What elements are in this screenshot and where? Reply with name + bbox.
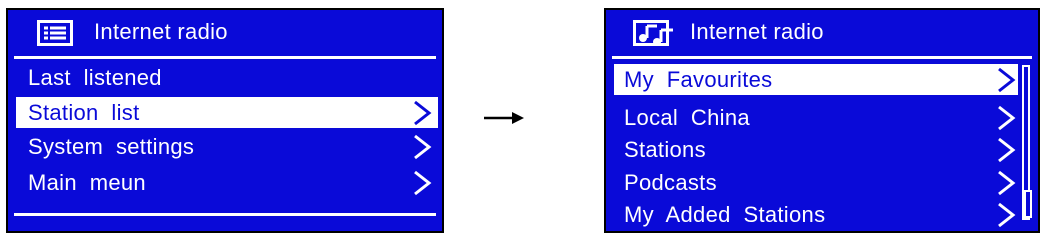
screen-header: Internet radio [606, 10, 1038, 56]
chevron-right-icon [998, 202, 1016, 228]
scrollbar-thumb[interactable] [1024, 190, 1032, 218]
menu-item-local-china[interactable]: Local China [614, 102, 1018, 133]
header-divider [612, 56, 1032, 59]
menu-item-label: Main meun [28, 170, 146, 195]
menu-item-stations[interactable]: Stations [614, 134, 1018, 165]
radio-screen-main-menu: Internet radio Last listened Station lis… [6, 8, 444, 233]
chevron-right-icon [998, 170, 1016, 196]
chevron-right-icon [998, 67, 1016, 93]
menu-item-station-list[interactable]: Station list [16, 97, 438, 128]
footer-divider [14, 213, 436, 216]
header-divider [14, 56, 436, 59]
menu-item-label: System settings [28, 134, 195, 159]
menu-item-label: Local China [624, 105, 750, 130]
menu-item-label: Stations [624, 137, 706, 162]
right-arrow-icon [484, 112, 524, 124]
screen-title: Internet radio [690, 19, 824, 44]
menu-item-last-listened[interactable]: Last listened [16, 62, 438, 93]
chevron-right-icon [414, 134, 432, 160]
radio-screen-station-list: Internet radio My Favourites Local China… [604, 8, 1040, 233]
chevron-right-icon [998, 105, 1016, 131]
chevron-right-icon [414, 170, 432, 196]
menu-item-system-settings[interactable]: System settings [16, 131, 438, 162]
menu-item-label: My Added Stations [624, 202, 826, 227]
menu-item-podcasts[interactable]: Podcasts [614, 167, 1018, 198]
screen-title: Internet radio [94, 19, 228, 44]
menu-item-label: Podcasts [624, 170, 717, 195]
chevron-right-icon [414, 100, 432, 126]
menu-item-label: Station list [28, 100, 140, 125]
menu-item-label: Last listened [28, 65, 162, 90]
menu-item-main-menu[interactable]: Main meun [16, 167, 438, 198]
menu-item-my-added-stations[interactable]: My Added Stations [614, 199, 1018, 230]
list-icon [37, 20, 73, 46]
screen-header: Internet radio [8, 10, 442, 56]
menu-item-label: My Favourites [624, 67, 773, 92]
chevron-right-icon [998, 137, 1016, 163]
menu-item-my-favourites[interactable]: My Favourites [614, 64, 1018, 95]
music-notes-icon [633, 20, 673, 46]
